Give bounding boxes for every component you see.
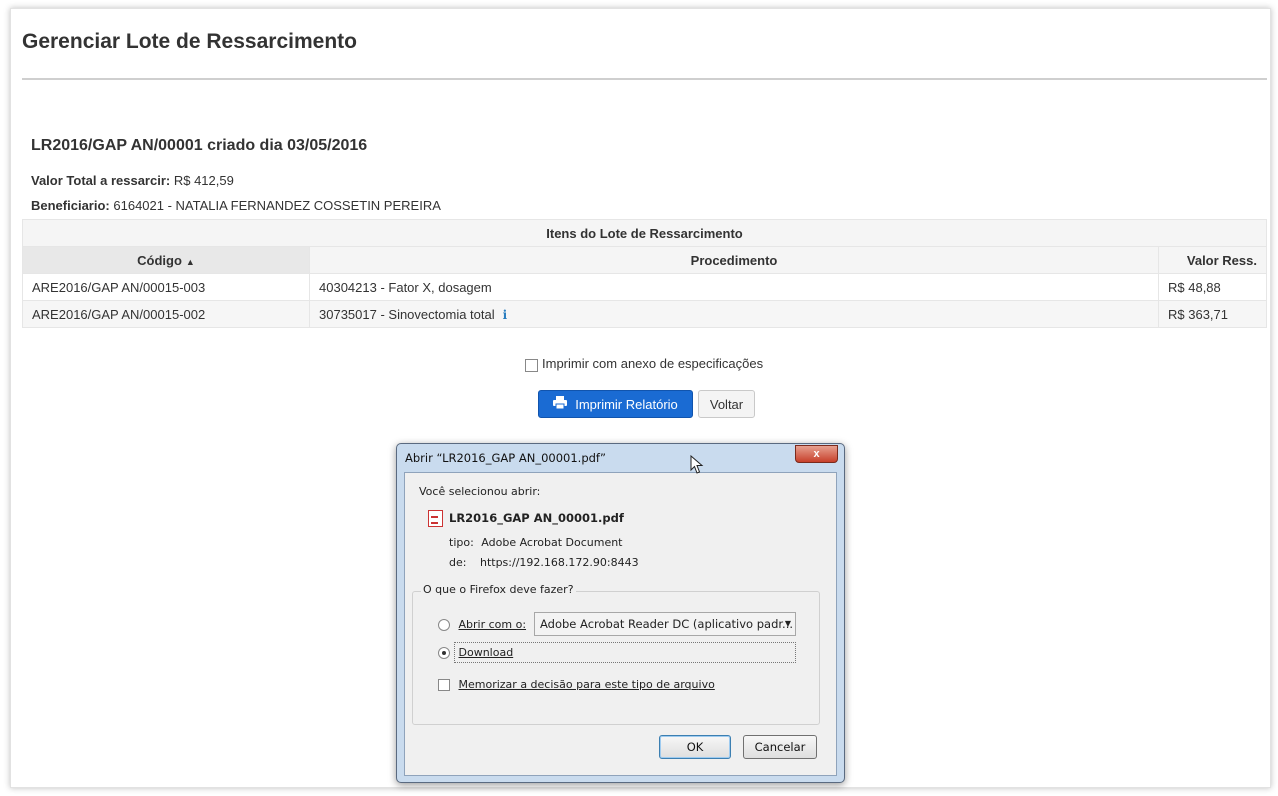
column-header-codigo-label: Código: [137, 252, 182, 268]
mouse-cursor-icon: [690, 455, 704, 474]
items-table: Itens do Lote de Ressarcimento Código ▲ P…: [22, 219, 1267, 328]
info-icon[interactable]: i: [503, 308, 508, 322]
dropdown-arrow-icon: ▼: [784, 619, 791, 628]
lote-heading: LR2016/GAP AN/00001 criado dia 03/05/201…: [31, 137, 368, 154]
cell-valor: R$ 363,71: [1158, 300, 1267, 328]
download-label: Download: [458, 646, 514, 659]
open-with-value: Adobe Acrobat Reader DC (aplicativo padr…: [540, 617, 794, 631]
dialog-body: Você selecionou abrir: LR2016_GAP AN_000…: [404, 472, 837, 776]
open-with-option[interactable]: Abrir com o:: [438, 618, 526, 631]
cell-codigo: ARE2016/GAP AN/00015-002: [22, 300, 310, 328]
open-with-select[interactable]: Adobe Acrobat Reader DC (aplicativo padr…: [534, 612, 796, 636]
pdf-file-icon: [428, 510, 443, 527]
beneficiary-value: 6164021 - NATALIA FERNANDEZ COSSETIN PER…: [113, 198, 441, 213]
type-label: tipo:: [449, 536, 474, 549]
table-header-row: Código ▲ Procedimento Valor Ress.: [22, 246, 1267, 274]
ok-button[interactable]: OK: [659, 735, 731, 759]
page-title: Gerenciar Lote de Ressarcimento: [22, 30, 357, 53]
type-value: Adobe Acrobat Document: [481, 536, 623, 549]
cancel-button[interactable]: Cancelar: [743, 735, 817, 759]
cell-valor: R$ 48,88: [1158, 273, 1267, 301]
download-radio[interactable]: [438, 647, 450, 659]
column-header-codigo[interactable]: Código ▲: [22, 246, 310, 274]
total-label: Valor Total a ressarcir:: [31, 173, 171, 188]
action-group: O que o Firefox deve fazer? Abrir com o:…: [412, 583, 820, 725]
title-divider: [22, 78, 1267, 80]
sort-asc-icon: ▲: [185, 256, 195, 267]
file-name: LR2016_GAP AN_00001.pdf: [449, 511, 624, 525]
cell-codigo: ARE2016/GAP AN/00015-003: [22, 273, 310, 301]
open-with-label: Abrir com o:: [458, 618, 527, 631]
remember-label: Memorizar a decisão para este tipo de ar…: [458, 678, 715, 691]
table-caption: Itens do Lote de Ressarcimento: [22, 219, 1267, 247]
from-label: de:: [449, 556, 467, 569]
remember-option[interactable]: Memorizar a decisão para este tipo de ar…: [438, 678, 715, 691]
print-report-button[interactable]: Imprimir Relatório: [538, 390, 693, 418]
remember-checkbox[interactable]: [438, 679, 450, 691]
table-row[interactable]: ARE2016/GAP AN/00015-002 30735017 - Sino…: [22, 300, 1267, 328]
back-button[interactable]: Voltar: [698, 390, 755, 418]
table-caption-row: Itens do Lote de Ressarcimento: [22, 219, 1267, 247]
beneficiary-label: Beneficiario:: [31, 198, 110, 213]
type-row: tipo: Adobe Acrobat Document: [449, 536, 623, 549]
action-group-label: O que o Firefox deve fazer?: [421, 583, 576, 596]
dialog-close-button[interactable]: x: [795, 445, 838, 463]
total-line: Valor Total a ressarcir: R$ 412,59: [31, 173, 234, 188]
cell-procedimento-text: 30735017 - Sinovectomia total: [319, 306, 495, 322]
close-icon: x: [813, 448, 820, 460]
print-annex-label: Imprimir com anexo de especificações: [542, 356, 764, 371]
print-annex-checkbox[interactable]: [525, 359, 538, 372]
dialog-title: Abrir “LR2016_GAP AN_00001.pdf”: [405, 451, 606, 465]
open-file-dialog: Abrir “LR2016_GAP AN_00001.pdf” x Você s…: [396, 443, 845, 783]
total-value: R$ 412,59: [173, 173, 234, 188]
beneficiary-line: Beneficiario: 6164021 - NATALIA FERNANDE…: [31, 198, 441, 213]
from-row: de: https://192.168.172.90:8443: [449, 556, 639, 569]
print-annex-option[interactable]: Imprimir com anexo de especificações: [525, 356, 764, 372]
cell-procedimento: 30735017 - Sinovectomia total i: [309, 300, 1159, 328]
table-row[interactable]: ARE2016/GAP AN/00015-003 40304213 - Fato…: [22, 273, 1267, 301]
column-header-valor[interactable]: Valor Ress.: [1158, 246, 1267, 274]
cell-procedimento: 40304213 - Fator X, dosagem: [309, 273, 1159, 301]
from-value: https://192.168.172.90:8443: [479, 556, 639, 569]
print-report-label: Imprimir Relatório: [575, 396, 678, 412]
download-option[interactable]: Download: [438, 646, 513, 659]
file-name-row: LR2016_GAP AN_00001.pdf: [428, 510, 624, 527]
printer-icon: [553, 396, 568, 412]
selected-label: Você selecionou abrir:: [419, 485, 541, 498]
column-header-procedimento[interactable]: Procedimento: [309, 246, 1159, 274]
open-with-radio[interactable]: [438, 619, 450, 631]
